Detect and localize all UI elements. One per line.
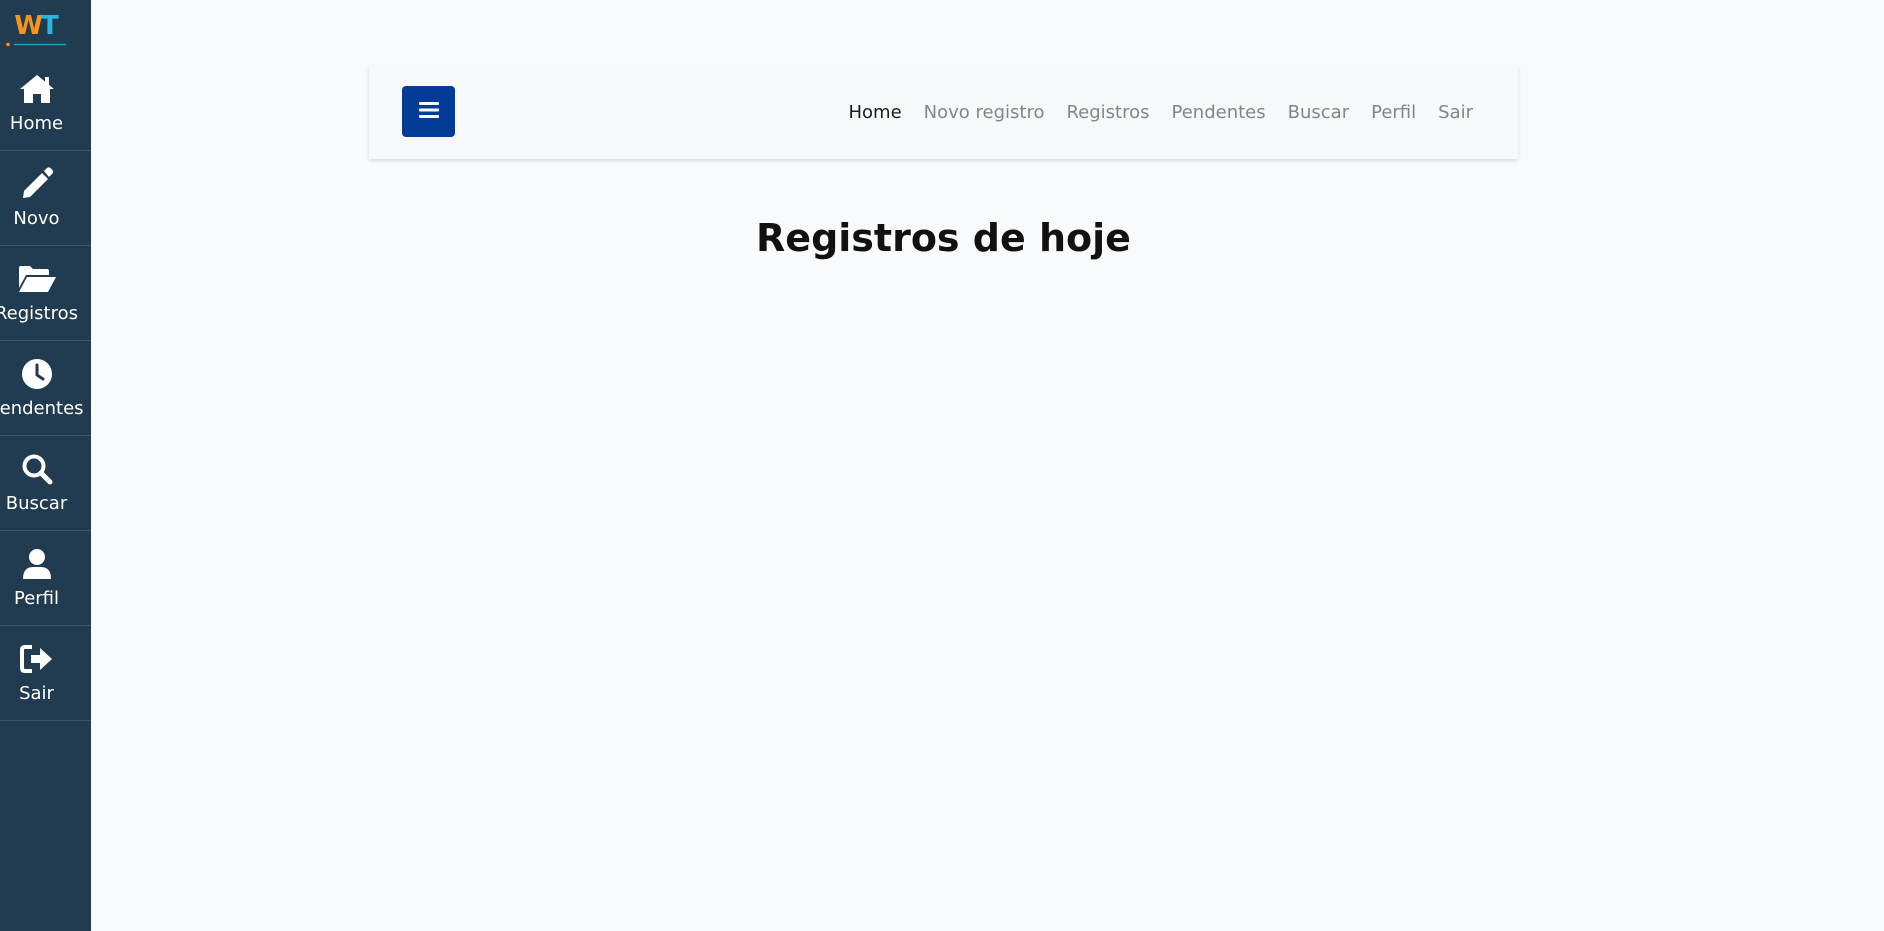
home-icon <box>0 73 91 105</box>
top-navbar: Home Novo registro Registros Pendentes B… <box>369 65 1518 159</box>
brand-logo[interactable]: WT <box>0 0 91 57</box>
clock-icon <box>0 358 91 390</box>
sidebar-item-label: Perfil <box>13 588 60 609</box>
nav-link-pendentes[interactable]: Pendentes <box>1172 102 1266 123</box>
logo-wordmark: WT <box>14 10 58 41</box>
sidebar-item-label: Home <box>9 113 64 134</box>
folder-open-icon <box>0 263 91 295</box>
page-title: Registros de hoje <box>756 216 1131 260</box>
logo-subtext <box>6 42 66 47</box>
nav-link-home[interactable]: Home <box>849 102 902 123</box>
user-icon <box>0 548 91 580</box>
nav-link-perfil[interactable]: Perfil <box>1371 102 1416 123</box>
sidebar-item-sair[interactable]: Sair <box>0 627 91 721</box>
search-icon <box>0 453 91 485</box>
sidebar-item-buscar[interactable]: Buscar <box>0 437 91 531</box>
nav-link-novo-registro[interactable]: Novo registro <box>924 102 1045 123</box>
nav-link-buscar[interactable]: Buscar <box>1288 102 1349 123</box>
sign-out-icon <box>0 643 91 675</box>
sidebar-item-label: Novo <box>13 208 60 229</box>
sidebar-item-label: Buscar <box>5 493 68 514</box>
nav-link-registros[interactable]: Registros <box>1066 102 1149 123</box>
hamburger-icon <box>418 100 440 124</box>
main-nav: Home Novo registro Registros Pendentes B… <box>827 65 1474 159</box>
sidebar-item-pendentes[interactable]: Pendentes <box>0 342 91 436</box>
sidebar-item-home[interactable]: Home <box>0 57 91 151</box>
sidebar-item-perfil[interactable]: Perfil <box>0 532 91 626</box>
sidebar-item-label: Registros <box>0 303 79 324</box>
sidebar-item-label: Sair <box>19 683 54 704</box>
pencil-icon <box>0 167 91 200</box>
sidebar-item-novo[interactable]: Novo <box>0 152 91 246</box>
nav-link-sair[interactable]: Sair <box>1438 102 1473 123</box>
sidebar: WT Home Novo Registros endentes Buscar P… <box>0 0 91 931</box>
menu-toggle-button[interactable] <box>402 86 455 137</box>
sidebar-item-registros[interactable]: Registros <box>0 247 91 341</box>
sidebar-item-label: Pendentes <box>0 398 84 419</box>
